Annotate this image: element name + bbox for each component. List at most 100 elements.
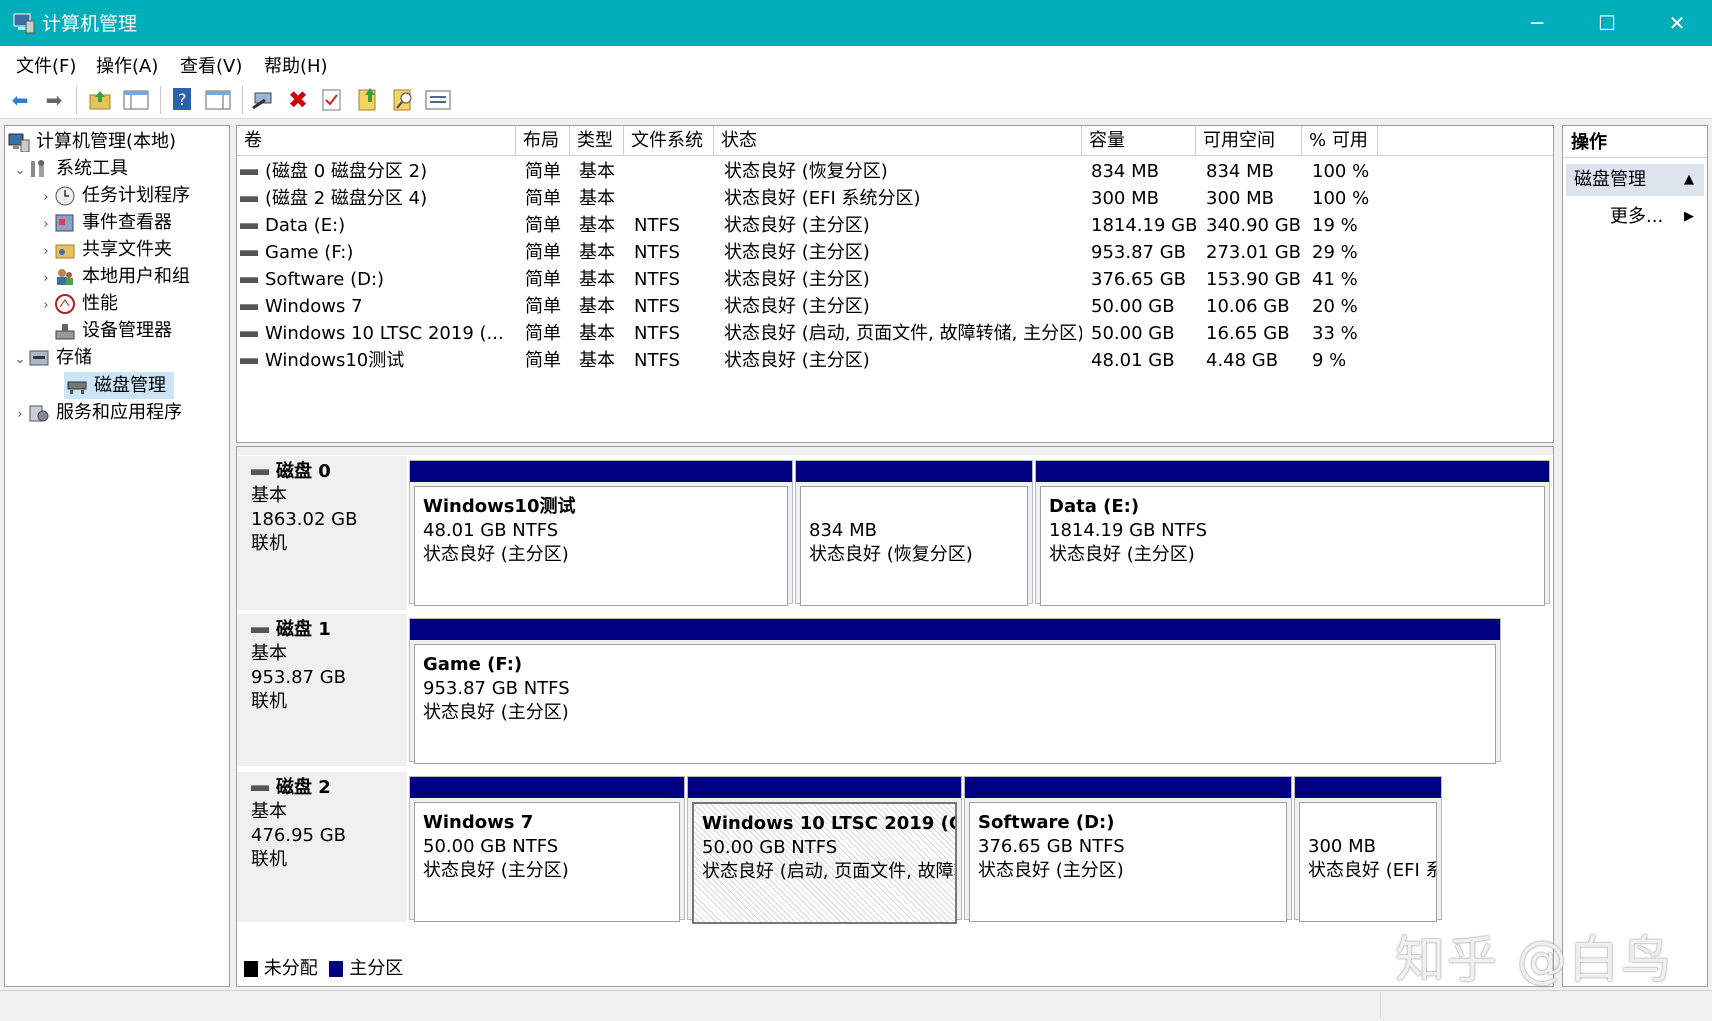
partition-title: Windows10测试 [423, 496, 576, 517]
storage-icon [28, 348, 50, 368]
window-title: 计算机管理 [42, 13, 138, 35]
maximize-button[interactable]: ☐ [1572, 0, 1642, 46]
chevron-right-icon[interactable]: › [38, 238, 54, 265]
tree-item-device-manager[interactable]: 设备管理器 [54, 317, 172, 344]
partition-windows10-test[interactable]: Windows10测试 48.01 GB NTFS 状态良好 (主分区) [409, 460, 793, 606]
disk-type: 基本 [251, 485, 287, 506]
cell-status: 状态良好 (主分区) [724, 242, 870, 263]
tree-item-task-scheduler[interactable]: › 任务计划程序 [38, 182, 190, 209]
chevron-down-icon[interactable]: ⌄ [12, 346, 28, 373]
cell-free: 300 MB [1206, 188, 1274, 209]
cell-volume: Windows 10 LTSC 2019 (... [240, 320, 510, 347]
partition-windows7[interactable]: Windows 7 50.00 GB NTFS 状态良好 (主分区) [409, 776, 685, 922]
action-more[interactable]: 更多... ▶ [1566, 202, 1704, 232]
tree-item-services[interactable]: › 服务和应用程序 [12, 399, 182, 426]
cell-capacity: 376.65 GB [1091, 269, 1187, 290]
menu-file[interactable]: 文件(F) [16, 52, 76, 78]
export-icon[interactable] [354, 86, 382, 114]
partition-data-e[interactable]: Data (E:) 1814.19 GB NTFS 状态良好 (主分区) [1035, 460, 1550, 606]
partition-body-selected: Windows 10 LTSC 2019 (C:) 50.00 GB NTFS … [692, 802, 957, 924]
col-capacity[interactable]: 容量 [1082, 126, 1196, 156]
partition-status: 状态良好 (恢复分区) [809, 544, 973, 565]
properties-icon[interactable] [318, 86, 346, 114]
cell-layout: 简单 [525, 188, 561, 209]
chevron-right-icon[interactable]: › [38, 265, 54, 292]
settings-icon[interactable] [424, 86, 452, 114]
cell-type: 基本 [579, 242, 615, 263]
partition-body: Windows 7 50.00 GB NTFS 状态良好 (主分区) [414, 802, 680, 922]
tree-item-system-tools[interactable]: ⌄ 系统工具 [12, 155, 128, 182]
col-type[interactable]: 类型 [570, 126, 624, 156]
col-volume[interactable]: 卷 [237, 126, 516, 156]
menu-help[interactable]: 帮助(H) [264, 52, 328, 78]
disk-icon [251, 627, 269, 633]
primary-partition-bar [410, 619, 1500, 640]
back-arrow-icon[interactable]: ⬅ [6, 86, 34, 114]
cell-volume: (磁盘 0 磁盘分区 2) [240, 158, 510, 185]
show-hide-action-icon[interactable] [204, 86, 232, 114]
cell-status: 状态良好 (主分区) [724, 296, 870, 317]
menu-action[interactable]: 操作(A) [96, 52, 158, 78]
partition-body: Windows10测试 48.01 GB NTFS 状态良好 (主分区) [414, 486, 788, 606]
cell-percent: 9 % [1312, 350, 1347, 371]
up-folder-icon[interactable] [86, 86, 114, 114]
col-percent-free[interactable]: % 可用 [1302, 126, 1378, 156]
close-button[interactable]: ✕ [1642, 0, 1712, 46]
cell-filesystem: NTFS [634, 269, 680, 290]
tree-item-computer-management[interactable]: 计算机管理(本地) [8, 128, 176, 155]
col-filesystem[interactable]: 文件系统 [624, 126, 714, 156]
cell-type: 基本 [579, 269, 615, 290]
chevron-right-icon[interactable]: › [38, 184, 54, 211]
partition-title: Software (D:) [978, 812, 1115, 833]
find-icon[interactable] [390, 86, 418, 114]
cell-filesystem: NTFS [634, 323, 680, 344]
connect-icon[interactable] [250, 86, 278, 114]
partition-recovery[interactable]: 834 MB 状态良好 (恢复分区) [795, 460, 1033, 606]
chevron-down-icon[interactable]: ⌄ [12, 157, 28, 184]
menu-view[interactable]: 查看(V) [180, 52, 242, 78]
partition-game-f[interactable]: Game (F:) 953.87 GB NTFS 状态良好 (主分区) [409, 618, 1501, 764]
partition-size: 300 MB [1308, 836, 1376, 857]
show-hide-tree-icon[interactable] [122, 86, 150, 114]
tree-item-event-viewer[interactable]: › 事件查看器 [38, 209, 172, 236]
tree-item-local-users[interactable]: › 本地用户和组 [38, 263, 190, 290]
tree-item-performance[interactable]: › 性能 [38, 290, 118, 317]
disk-0-label[interactable]: 磁盘 0 基本 1863.02 GB 联机 [237, 456, 407, 610]
cell-filesystem: NTFS [634, 242, 680, 263]
chevron-right-icon[interactable]: › [38, 211, 54, 238]
cell-free: 153.90 GB [1206, 269, 1302, 290]
cell-status: 状态良好 (主分区) [724, 350, 870, 371]
chevron-right-icon[interactable]: › [12, 401, 28, 428]
volume-name: Windows 7 [265, 296, 363, 317]
volume-name: Windows10测试 [265, 350, 405, 371]
action-section-disk-management[interactable]: 磁盘管理 ▲ [1566, 164, 1704, 196]
tree-item-disk-management[interactable]: 磁盘管理 [66, 372, 166, 399]
disk-2-label[interactable]: 磁盘 2 基本 476.95 GB 联机 [237, 772, 407, 922]
partition-size: 50.00 GB NTFS [702, 837, 838, 858]
delete-icon[interactable]: ✖ [284, 86, 312, 114]
cell-layout: 简单 [525, 350, 561, 371]
partition-windows10-ltsc-c[interactable]: Windows 10 LTSC 2019 (C:) 50.00 GB NTFS … [687, 776, 962, 924]
partition-size: 834 MB [809, 520, 877, 541]
cell-capacity: 953.87 GB [1091, 242, 1187, 263]
help-icon[interactable]: ? [168, 86, 196, 114]
partition-efi[interactable]: 300 MB 状态良好 (EFI 系 [1294, 776, 1442, 922]
toolbar-separator [76, 86, 77, 114]
forward-arrow-icon[interactable]: ➡ [40, 86, 68, 114]
disk-name: 磁盘 1 [276, 619, 331, 640]
cell-free: 10.06 GB [1206, 296, 1290, 317]
chevron-right-icon[interactable]: › [38, 292, 54, 319]
disk-1-label[interactable]: 磁盘 1 基本 953.87 GB 联机 [237, 614, 407, 766]
collapse-up-icon[interactable]: ▲ [1684, 164, 1694, 196]
tree-item-storage[interactable]: ⌄ 存储 [12, 344, 92, 371]
col-free-space[interactable]: 可用空间 [1196, 126, 1302, 156]
partition-software-d[interactable]: Software (D:) 376.65 GB NTFS 状态良好 (主分区) [964, 776, 1292, 922]
col-layout[interactable]: 布局 [516, 126, 570, 156]
col-status[interactable]: 状态 [714, 126, 1082, 156]
cell-filesystem: NTFS [634, 296, 680, 317]
tree-item-shared-folders[interactable]: › 共享文件夹 [38, 236, 172, 263]
minimize-button[interactable]: ─ [1502, 0, 1572, 46]
disk-management-icon [66, 376, 88, 396]
partition-title: Data (E:) [1049, 496, 1140, 517]
cell-volume: Windows 7 [240, 293, 510, 320]
